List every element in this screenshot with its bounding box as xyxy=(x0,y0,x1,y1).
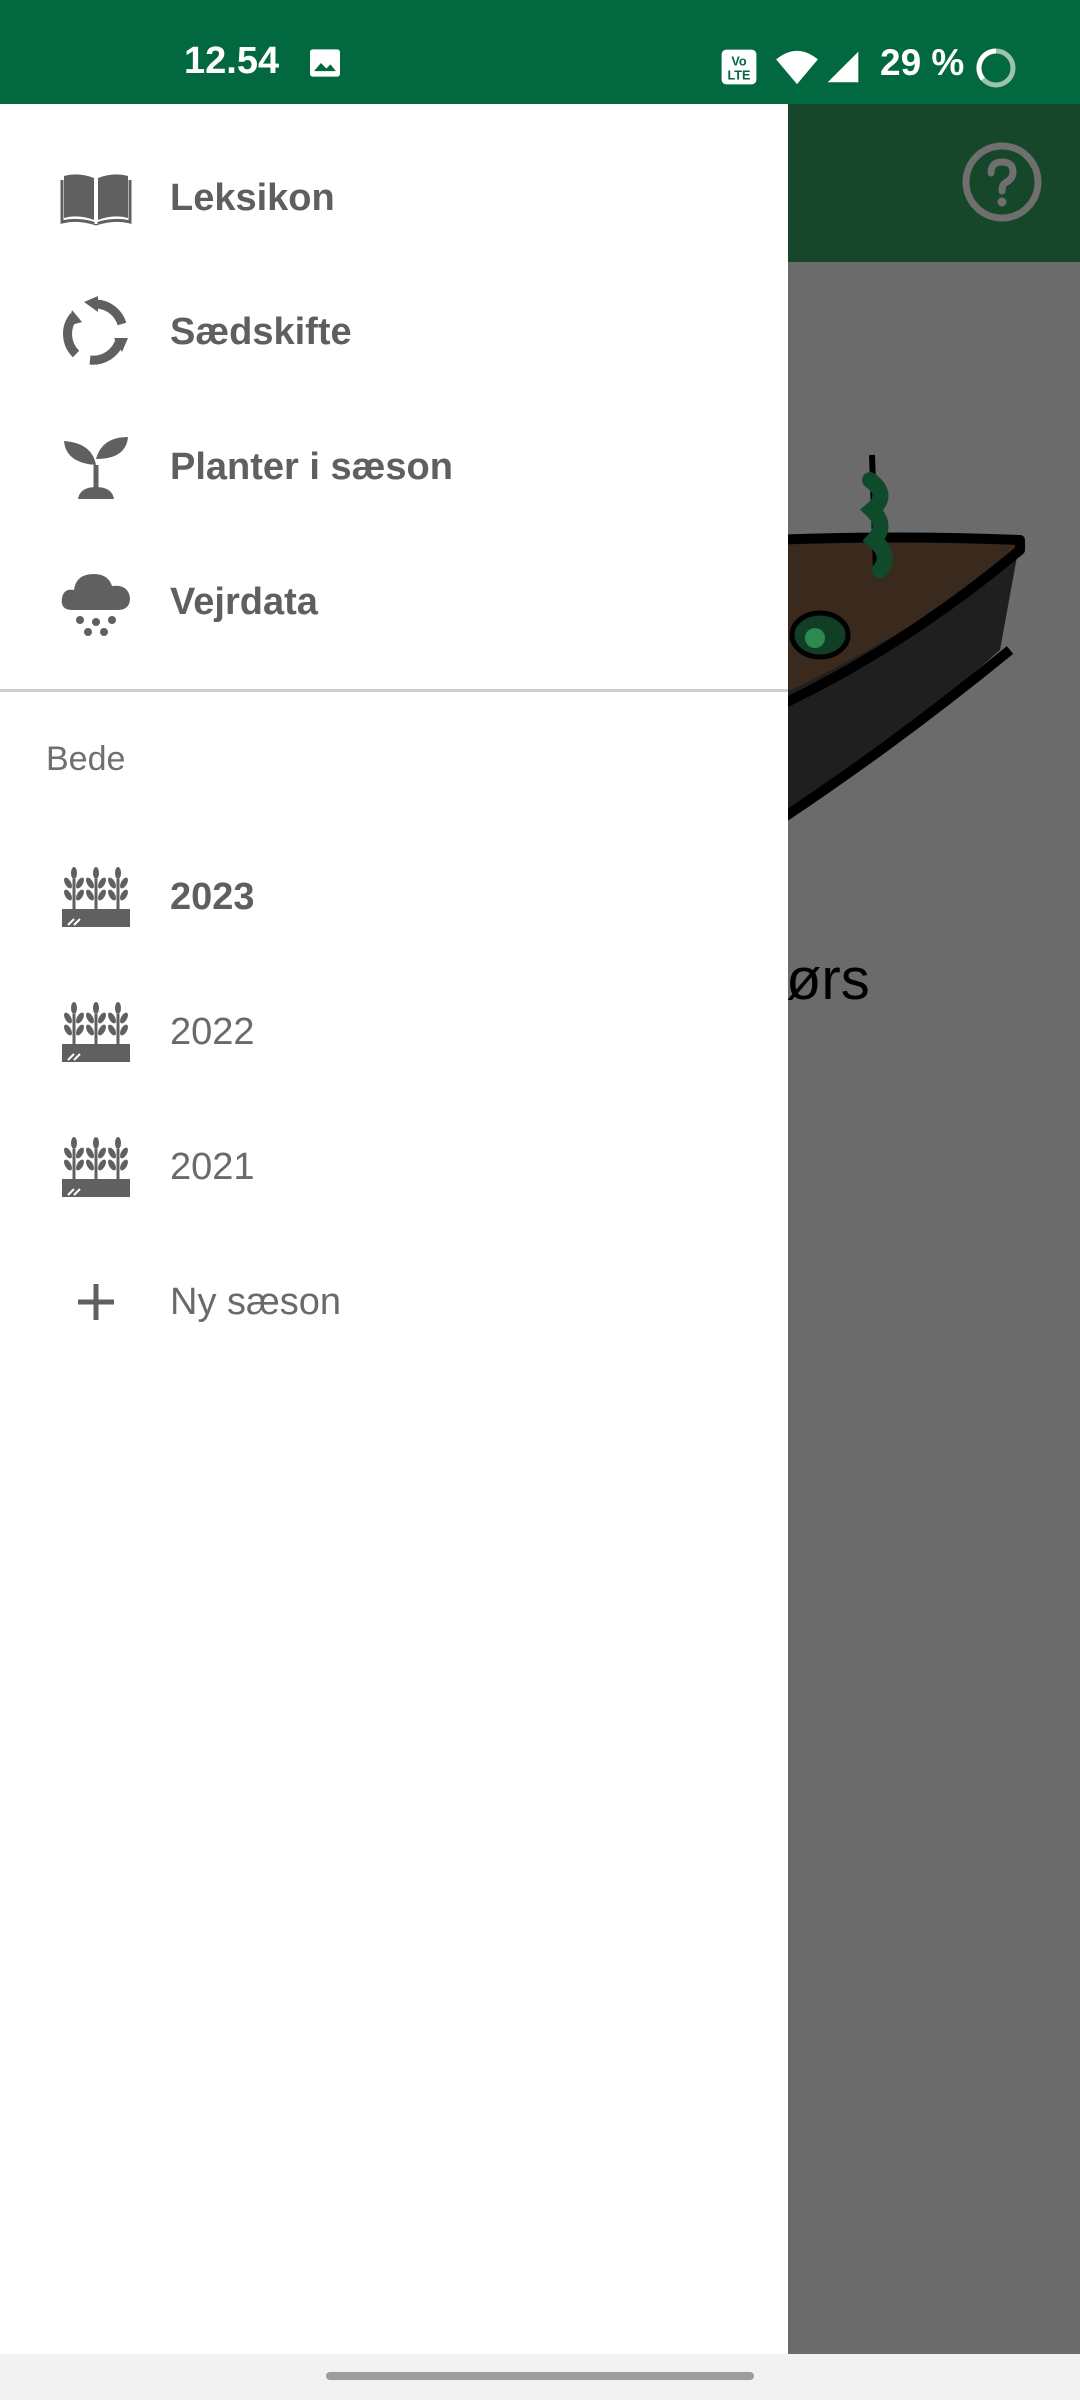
image-notification-icon xyxy=(310,49,340,77)
add-season-label: Ny sæson xyxy=(170,1280,342,1323)
drawer-item-label: Sædskifte xyxy=(170,310,352,353)
season-label: 2022 xyxy=(170,1010,255,1053)
season-label: 2021 xyxy=(170,1145,255,1188)
book-icon xyxy=(60,174,132,226)
drawer-divider xyxy=(0,689,788,692)
garden-bed-illustration xyxy=(780,454,1025,825)
rain-cloud-icon xyxy=(61,574,130,636)
garden-bed-icon xyxy=(62,1137,130,1197)
svg-text:LTE: LTE xyxy=(728,69,751,83)
battery-percentage: 29 % xyxy=(880,42,965,83)
plus-icon xyxy=(78,1284,114,1320)
navigation-drawer: Leksikon Sædskifte Planter i sæson Vejrd… xyxy=(0,104,788,2354)
drawer-item-planter-i-saeson[interactable]: Planter i sæson xyxy=(0,401,788,533)
season-item-2023[interactable]: 2023 xyxy=(0,831,788,963)
drawer-item-saedskifte[interactable]: Sædskifte xyxy=(0,266,788,398)
season-label: 2023 xyxy=(170,875,255,918)
garden-bed-icon xyxy=(62,1002,130,1062)
drawer-item-label: Leksikon xyxy=(170,176,335,219)
status-time: 12.54 xyxy=(184,40,280,82)
garden-bed-icon xyxy=(62,867,130,927)
status-bar: 12.54 Vo LTE 29 % xyxy=(0,0,1080,104)
help-icon[interactable] xyxy=(960,140,1044,224)
sprout-icon xyxy=(64,437,128,499)
drawer-item-label: Planter i sæson xyxy=(170,445,453,488)
section-header-bede: Bede xyxy=(46,740,126,778)
drawer-item-label: Vejrdata xyxy=(170,580,318,623)
add-season-button[interactable]: Ny sæson xyxy=(0,1236,788,1368)
drawer-item-leksikon[interactable]: Leksikon xyxy=(0,132,788,264)
battery-icon xyxy=(976,48,1016,88)
drawer-item-vejrdata[interactable]: Vejrdata xyxy=(0,536,788,668)
svg-text:Vo: Vo xyxy=(731,54,747,68)
signal-icon xyxy=(827,51,859,83)
volte-icon: Vo LTE xyxy=(721,49,757,85)
season-item-2021[interactable]: 2021 xyxy=(0,1101,788,1233)
wifi-icon xyxy=(776,50,818,85)
rotation-icon xyxy=(63,296,128,365)
season-item-2022[interactable]: 2022 xyxy=(0,966,788,1098)
background-title-fragment: ørs xyxy=(786,947,870,1012)
system-navigation-bar xyxy=(0,2354,1080,2400)
home-gesture-handle[interactable] xyxy=(326,2372,754,2380)
